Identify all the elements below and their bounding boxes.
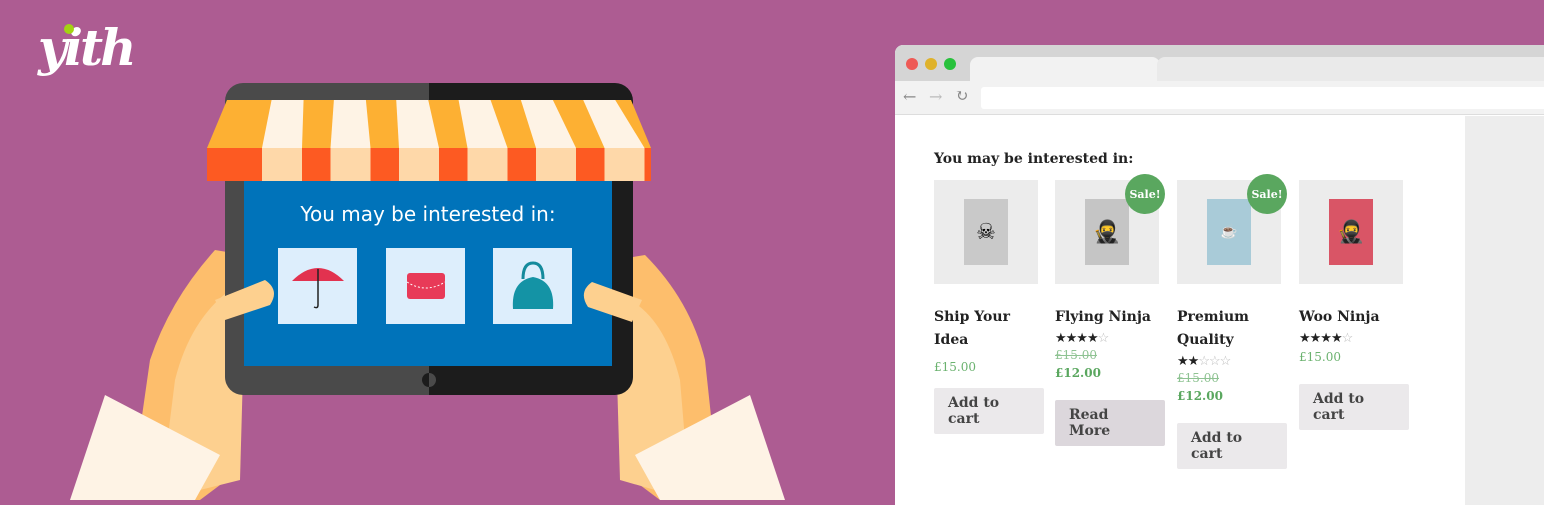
- product-name[interactable]: Woo Ninja: [1299, 306, 1409, 329]
- product-card: 🥷 Woo Ninja ★★★★☆ £15.00 Add to cart: [1299, 180, 1409, 430]
- skull-poster-icon: ☠: [964, 199, 1008, 265]
- product-name[interactable]: Premium Quality: [1177, 306, 1257, 352]
- forward-arrow-icon[interactable]: →: [929, 87, 942, 106]
- product-card: ☠ Ship Your Idea £15.00 Add to cart: [934, 180, 1044, 434]
- star-rating: ★★☆☆☆: [1177, 354, 1231, 369]
- product-sale-price: £12.00: [1055, 366, 1101, 380]
- minimize-window-icon[interactable]: [925, 58, 937, 70]
- recommendations-title: You may be interested in:: [934, 151, 1134, 167]
- maximize-window-icon[interactable]: [944, 58, 956, 70]
- read-more-button[interactable]: Read More: [1055, 400, 1165, 446]
- browser-toolbar: ← → ↻: [895, 81, 1544, 115]
- product-old-price: £15.00: [1177, 371, 1219, 385]
- woo-ninja-poster-icon: 🥷: [1329, 199, 1373, 265]
- add-to-cart-button[interactable]: Add to cart: [1177, 423, 1287, 469]
- product-card: ☕ Sale! Premium Quality ★★☆☆☆ £15.00 £12…: [1177, 174, 1287, 469]
- sale-badge: Sale!: [1125, 174, 1165, 214]
- product-image[interactable]: 🥷 Sale!: [1055, 174, 1165, 284]
- address-bar[interactable]: [981, 87, 1544, 109]
- reload-icon[interactable]: ↻: [955, 86, 968, 105]
- browser-tab[interactable]: [1157, 57, 1544, 81]
- thumbs-and-sleeves: [70, 280, 785, 500]
- product-old-price: £15.00: [1055, 348, 1097, 362]
- browser-tab-active[interactable]: [970, 57, 1160, 81]
- star-rating: ★★★★☆: [1299, 331, 1353, 346]
- product-image[interactable]: 🥷: [1299, 180, 1403, 284]
- close-window-icon[interactable]: [906, 58, 918, 70]
- product-name[interactable]: Ship Your Idea: [934, 306, 1014, 352]
- add-to-cart-button[interactable]: Add to cart: [1299, 384, 1409, 430]
- product-sale-price: £12.00: [1177, 389, 1223, 403]
- sale-badge: Sale!: [1247, 174, 1287, 214]
- product-price: £15.00: [1299, 350, 1341, 364]
- product-image[interactable]: ☠: [934, 180, 1038, 284]
- browser-tab-bar: [895, 45, 1544, 81]
- woothemes-poster-icon: ☕: [1207, 199, 1251, 265]
- product-image[interactable]: ☕ Sale!: [1177, 174, 1287, 284]
- ninja-poster-icon: 🥷: [1085, 199, 1129, 265]
- back-arrow-icon[interactable]: ←: [903, 87, 916, 106]
- product-name[interactable]: Flying Ninja: [1055, 306, 1165, 329]
- page-sidebar: [1465, 116, 1544, 505]
- product-card: 🥷 Sale! Flying Ninja ★★★★☆ £15.00 £12.00…: [1055, 174, 1165, 446]
- product-price: £15.00: [934, 360, 976, 374]
- add-to-cart-button[interactable]: Add to cart: [934, 388, 1044, 434]
- star-rating: ★★★★☆: [1055, 331, 1109, 346]
